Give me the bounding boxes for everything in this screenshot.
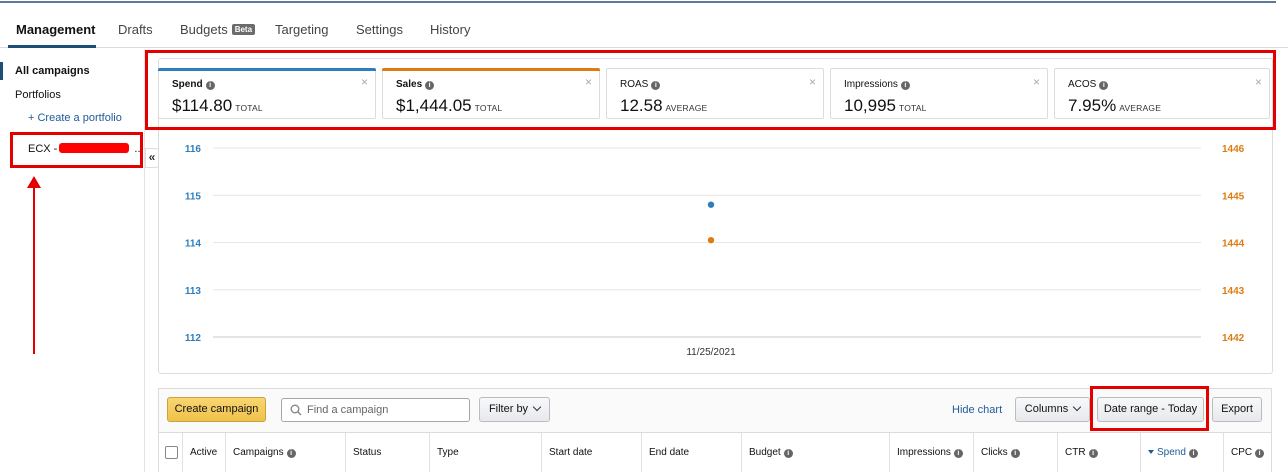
info-icon[interactable]: i [286, 449, 296, 458]
info-icon[interactable]: i [783, 449, 793, 458]
sidebar-item-portfolio[interactable]: ECX - ... [28, 143, 144, 155]
info-icon[interactable]: i [1088, 449, 1098, 458]
col-ctr[interactable]: CTR i [1058, 433, 1141, 472]
select-all-checkbox[interactable] [165, 446, 178, 459]
beta-badge: Beta [231, 24, 256, 35]
metric-label: ACOS i [1068, 79, 1109, 90]
tab-settings[interactable]: Settings [356, 22, 403, 37]
sidebar-active-indicator [0, 62, 3, 80]
y-right-tick-label: 1442 [1222, 333, 1245, 344]
y-right-tick-label: 1443 [1222, 286, 1245, 297]
col-type[interactable]: Type [430, 433, 542, 472]
col-end-date[interactable]: End date [642, 433, 742, 472]
info-icon[interactable]: i [1188, 449, 1198, 458]
tab-budgets-label: Budgets [180, 22, 228, 37]
col-spend[interactable]: Spend i [1141, 433, 1224, 472]
col-budget[interactable]: Budget i [742, 433, 890, 472]
y-left-tick-label: 112 [185, 333, 202, 344]
metric-card-acos[interactable]: ACOS i 7.95% AVERAGE × [1054, 68, 1270, 119]
columns-label: Columns [1024, 403, 1069, 415]
metric-label: Impressions i [844, 79, 910, 90]
col-active[interactable]: Active [183, 433, 226, 472]
info-icon[interactable]: i [953, 449, 963, 458]
info-icon[interactable]: i [651, 81, 661, 90]
redacted-portfolio-name [59, 143, 130, 153]
chevron-down-icon [532, 402, 542, 412]
tab-drafts[interactable]: Drafts [118, 22, 153, 37]
info-icon[interactable]: i [1255, 449, 1265, 458]
close-icon[interactable]: × [1255, 75, 1262, 89]
filter-by-button[interactable]: Filter by [479, 397, 550, 422]
sidebar-item-portfolios[interactable]: Portfolios [15, 89, 61, 101]
y-right-tick-label: 1446 [1222, 144, 1245, 155]
close-icon[interactable]: × [1033, 75, 1040, 89]
data-point-spend [707, 201, 715, 208]
close-icon[interactable]: × [809, 75, 816, 89]
data-point-sales [707, 236, 715, 244]
col-impressions[interactable]: Impressions i [890, 433, 974, 472]
col-campaigns[interactable]: Campaigns i [226, 433, 346, 472]
metric-value: 10,995 TOTAL [844, 96, 927, 115]
x-tick-label: 11/25/2021 [686, 347, 736, 358]
tab-targeting[interactable]: Targeting [275, 22, 328, 37]
search-input[interactable] [307, 402, 462, 418]
metric-label: Sales i [396, 79, 435, 90]
metric-card-spend[interactable]: Spend i $114.80 TOTAL × [158, 68, 376, 119]
info-icon[interactable]: i [1010, 449, 1020, 458]
search-icon [290, 404, 302, 416]
close-icon[interactable]: × [361, 75, 368, 89]
portfolio-name-prefix: ECX - [28, 143, 58, 155]
top-nav: Management Drafts Budgets Beta Targeting … [0, 14, 1288, 48]
table-header: Active Campaigns i Status Type Start date… [159, 432, 1271, 472]
sidebar: All campaigns Portfolios + Create a port… [0, 49, 145, 472]
metric-card-roas[interactable]: ROAS i 12.58 AVERAGE × [606, 68, 824, 119]
select-all-cell [159, 433, 183, 472]
y-right-tick-label: 1444 [1222, 239, 1245, 250]
col-cpc[interactable]: CPC i [1224, 433, 1271, 472]
top-border [0, 0, 1276, 3]
metric-value: 12.58 AVERAGE [620, 96, 708, 115]
col-status[interactable]: Status [346, 433, 430, 472]
metric-value: $114.80 TOTAL [172, 96, 263, 115]
filter-by-label: Filter by [488, 403, 529, 415]
metric-value: 7.95% AVERAGE [1068, 96, 1162, 115]
col-start-date[interactable]: Start date [542, 433, 642, 472]
sidebar-item-all-campaigns[interactable]: All campaigns [15, 65, 90, 77]
hide-chart-link[interactable]: Hide chart [952, 404, 1002, 416]
y-left-tick-label: 115 [185, 191, 202, 202]
y-right-tick-label: 1445 [1222, 191, 1245, 202]
create-portfolio-link[interactable]: + Create a portfolio [28, 112, 122, 124]
performance-chart: 116 115 114 113 112 1446 1445 1444 1443 1442 11/25… [185, 144, 1245, 358]
y-left-tick-label: 113 [185, 286, 202, 297]
metric-color-bar [382, 68, 600, 71]
metric-label: Spend i [172, 79, 215, 90]
portfolio-ellipsis: ... [134, 143, 144, 155]
metric-card-impressions[interactable]: Impressions i 10,995 TOTAL × [830, 68, 1048, 119]
tab-budgets[interactable]: Budgets Beta [180, 22, 256, 37]
create-campaign-button[interactable]: Create campaign [167, 397, 266, 422]
metric-value: $1,444.05 TOTAL [396, 96, 503, 115]
tab-management[interactable]: Management [16, 22, 95, 37]
close-icon[interactable]: × [585, 75, 592, 89]
tab-history[interactable]: History [430, 22, 470, 37]
info-icon[interactable]: i [425, 81, 435, 90]
metric-color-bar [158, 68, 376, 71]
y-left-tick-label: 116 [185, 144, 202, 155]
metric-card-sales[interactable]: Sales i $1,444.05 TOTAL × [382, 68, 600, 119]
y-left-tick-label: 114 [185, 239, 202, 250]
collapse-sidebar-button[interactable]: « [145, 148, 159, 168]
sort-desc-icon [1148, 450, 1154, 454]
export-button[interactable]: Export [1212, 397, 1262, 422]
columns-button[interactable]: Columns [1015, 397, 1090, 422]
info-icon[interactable]: i [1099, 81, 1109, 90]
chevron-down-icon [1072, 402, 1082, 412]
metric-label: ROAS i [620, 79, 661, 90]
info-icon[interactable]: i [205, 81, 215, 90]
date-range-button[interactable]: Date range - Today [1097, 397, 1204, 422]
annotation-arrow-line [33, 186, 35, 354]
info-icon[interactable]: i [900, 81, 910, 90]
active-tab-indicator [8, 45, 96, 48]
col-clicks[interactable]: Clicks i [974, 433, 1058, 472]
search-box [281, 398, 470, 422]
